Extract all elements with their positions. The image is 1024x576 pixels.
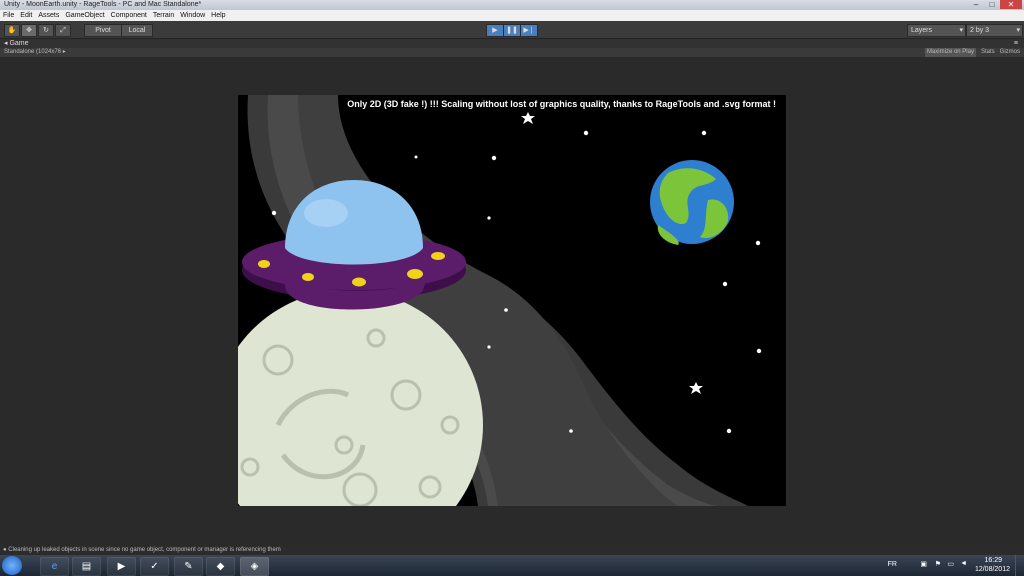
layout-dropdown[interactable]: 2 by 3 ▾ xyxy=(966,24,1023,37)
star xyxy=(491,155,497,161)
pause-button[interactable]: ❚❚ xyxy=(503,24,521,37)
main-toolbar: ✋ ✥ ↻ ⤢ Pivot Local ▶ ❚❚ ▶❘ Layers ▾ 2 b… xyxy=(0,21,1024,39)
local-toggle[interactable]: Local xyxy=(121,24,153,37)
star xyxy=(487,216,491,220)
tray-app-icon[interactable]: ▣ xyxy=(920,560,927,568)
menu-gameobject[interactable]: GameObject xyxy=(62,10,107,21)
star xyxy=(755,240,761,246)
stats-toggle[interactable]: Stats xyxy=(981,48,995,57)
menu-terrain[interactable]: Terrain xyxy=(150,10,177,21)
maximize-button[interactable]: □ xyxy=(984,0,1000,9)
resolution-dropdown[interactable]: Standalone (1024x76 xyxy=(4,49,61,55)
gizmos-toggle[interactable]: Gizmos xyxy=(1000,48,1020,57)
ufo-light xyxy=(352,277,366,287)
start-button-icon[interactable] xyxy=(2,556,22,575)
layers-label: Layers xyxy=(911,27,933,34)
game-view-bar: Standalone (1024x76 ▸ Maximize on Play S… xyxy=(0,48,1024,57)
file-explorer-icon[interactable]: ▤ xyxy=(72,557,101,576)
star xyxy=(569,429,573,433)
scene-canvas: Only 2D (3D fake !) !!! Scaling without … xyxy=(238,95,776,506)
ufo-dome-highlight xyxy=(304,199,348,227)
star-shape xyxy=(689,382,703,394)
ufo-light xyxy=(407,269,423,279)
network-icon[interactable]: ▭ xyxy=(947,560,954,568)
inkscape-icon[interactable]: ◆ xyxy=(206,557,235,576)
menu-window[interactable]: Window xyxy=(177,10,208,21)
ufo-light xyxy=(258,260,270,268)
scale-tool-icon[interactable]: ⤢ xyxy=(55,24,71,37)
step-button[interactable]: ▶❘ xyxy=(520,24,538,37)
close-button[interactable]: ✕ xyxy=(1000,0,1022,9)
volume-icon[interactable]: ◄ xyxy=(960,560,967,567)
game-view-options: Maximize on Play Stats Gizmos xyxy=(920,48,1020,57)
scene-caption: Only 2D (3D fake !) !!! Scaling without … xyxy=(347,99,776,109)
chevron-down-icon: ▾ xyxy=(1016,27,1020,34)
menu-edit[interactable]: Edit xyxy=(17,10,35,21)
move-tool-icon[interactable]: ✥ xyxy=(21,24,37,37)
media-player-icon[interactable]: ▶ xyxy=(107,557,136,576)
star xyxy=(701,130,707,136)
play-button[interactable]: ▶ xyxy=(486,24,504,37)
maximize-on-play-toggle[interactable]: Maximize on Play xyxy=(924,48,976,57)
menu-help[interactable]: Help xyxy=(208,10,228,21)
star xyxy=(504,308,508,312)
pivot-label: Pivot xyxy=(95,27,111,34)
star-shape xyxy=(521,112,535,124)
internet-explorer-icon[interactable]: e xyxy=(40,557,69,576)
tab-game[interactable]: Game xyxy=(9,40,28,47)
rotate-tool-icon[interactable]: ↻ xyxy=(38,24,54,37)
menu-bar: File Edit Assets GameObject Component Te… xyxy=(0,10,1024,21)
game-tab-icon: ◂ xyxy=(4,40,8,47)
chevron-down-icon: ▸ xyxy=(62,49,66,55)
star xyxy=(414,155,418,159)
tab-menu-icon[interactable]: ≡ xyxy=(1014,39,1018,48)
show-desktop-button[interactable] xyxy=(1015,555,1024,576)
minimize-button[interactable]: – xyxy=(968,0,984,9)
local-label: Local xyxy=(128,27,146,34)
menu-file[interactable]: File xyxy=(0,10,17,21)
game-viewport[interactable]: Only 2D (3D fake !) !!! Scaling without … xyxy=(238,95,786,506)
info-icon: ● xyxy=(3,547,7,553)
star xyxy=(722,281,728,287)
layout-label: 2 by 3 xyxy=(970,27,990,34)
game-tab-bar: ◂ Game ≡ xyxy=(0,39,1024,48)
ufo-light xyxy=(302,273,314,281)
app-icon[interactable]: ✎ xyxy=(174,557,203,576)
visual-studio-icon[interactable]: ✓ xyxy=(140,557,169,576)
ufo-light xyxy=(431,252,445,260)
unity-icon[interactable]: ◈ xyxy=(240,557,269,576)
star xyxy=(487,345,491,349)
windows-taskbar: e ▤ ▶ ✓ ✎ ◆ ◈ FR ▣ ⚑ ▭ ◄ 16:29 12/08/201… xyxy=(0,555,1024,576)
menu-component[interactable]: Component xyxy=(108,10,150,21)
star xyxy=(271,210,277,216)
window-title: Unity - MoonEarth.unity - RageTools - PC… xyxy=(4,1,202,8)
language-indicator[interactable]: FR xyxy=(888,561,897,568)
clock-date[interactable]: 12/08/2012 xyxy=(975,566,1010,573)
flag-icon[interactable]: ⚑ xyxy=(935,560,941,568)
earth xyxy=(650,160,734,245)
status-message[interactable]: Cleaning up leaked objects in scene sinc… xyxy=(8,547,281,553)
star xyxy=(726,428,732,434)
star xyxy=(756,348,762,354)
menu-assets[interactable]: Assets xyxy=(35,10,62,21)
pivot-toggle[interactable]: Pivot xyxy=(84,24,122,37)
hand-tool-icon[interactable]: ✋ xyxy=(4,24,20,37)
star xyxy=(583,130,589,136)
layers-dropdown[interactable]: Layers ▾ xyxy=(907,24,966,37)
chevron-down-icon: ▾ xyxy=(959,27,963,34)
window-controls: – □ ✕ xyxy=(968,0,1022,10)
status-bar: ● Cleaning up leaked objects in scene si… xyxy=(0,545,1024,555)
clock-time[interactable]: 16:29 xyxy=(984,557,1002,564)
window-titlebar: Unity - MoonEarth.unity - RageTools - PC… xyxy=(0,0,1024,10)
